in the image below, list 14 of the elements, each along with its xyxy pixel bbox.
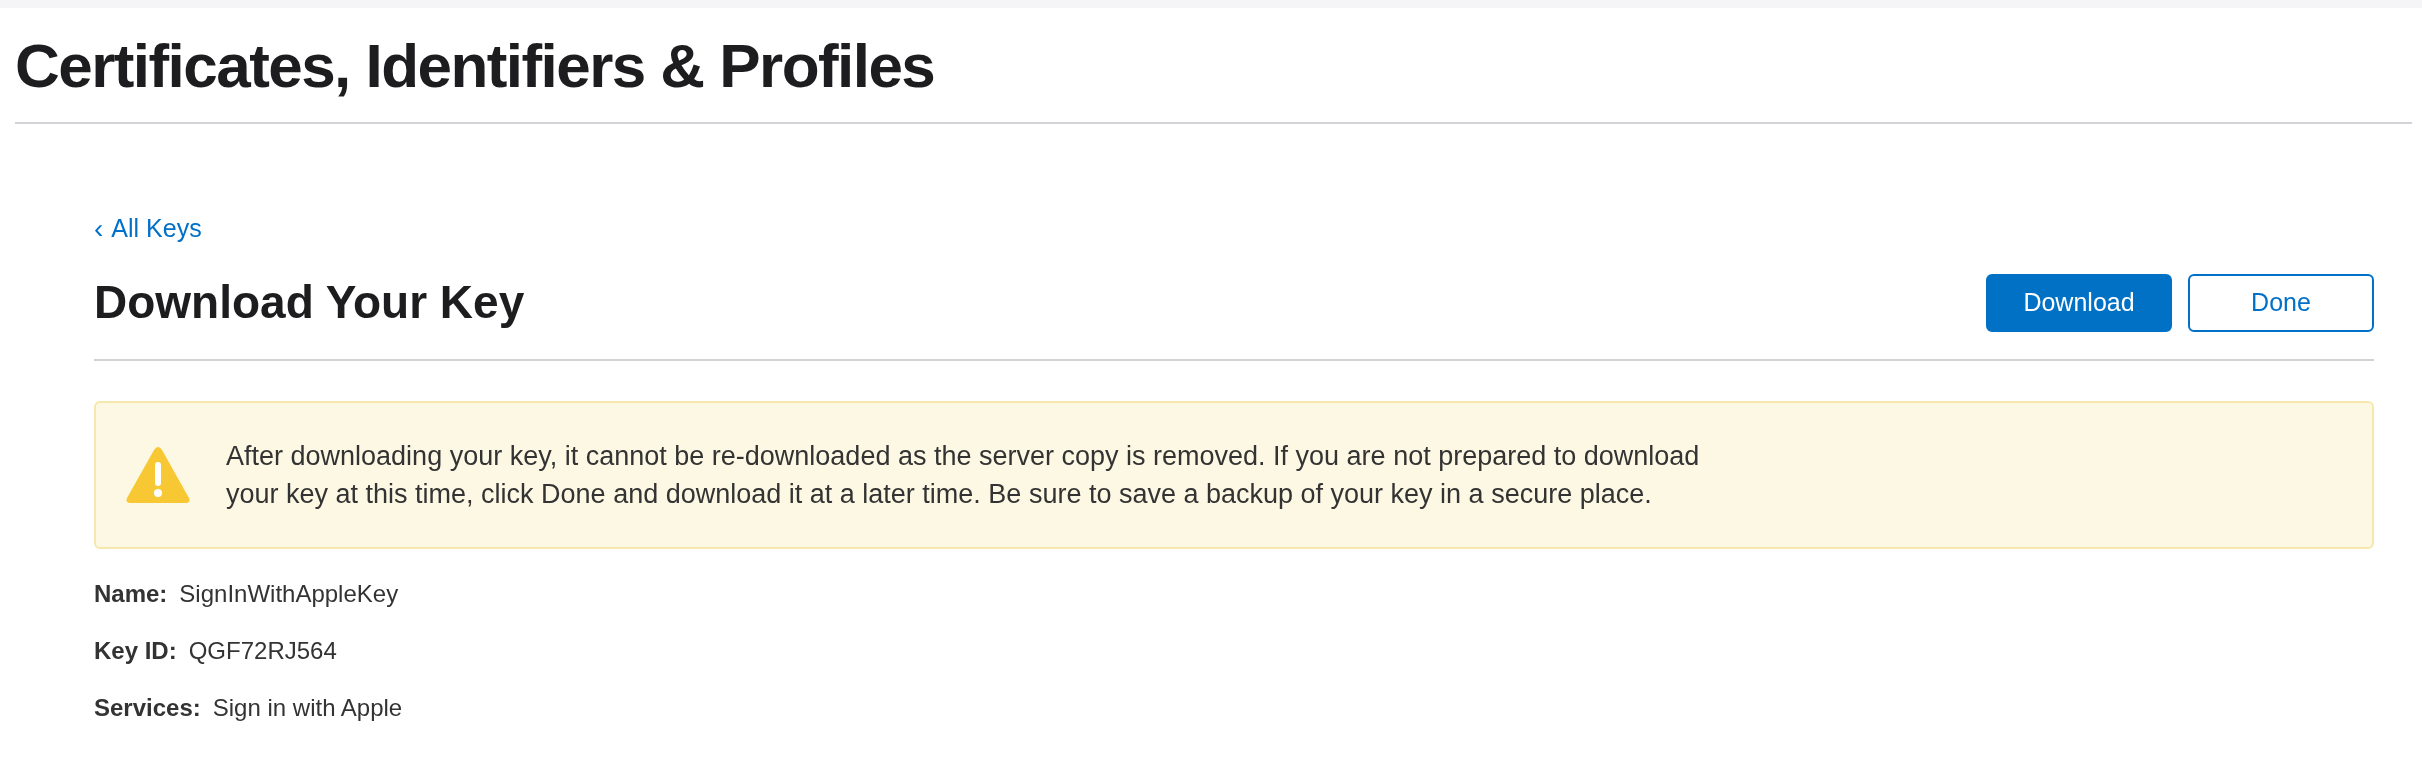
download-button[interactable]: Download bbox=[1986, 273, 2172, 332]
warning-icon bbox=[126, 446, 190, 504]
detail-value: Sign in with Apple bbox=[212, 693, 403, 723]
back-link[interactable]: ‹ All Keys bbox=[94, 208, 202, 250]
warning-text-line: your key at this time, click Done and download it at a later time. Be sure to save a backup of your key in a secure place. bbox=[226, 478, 1653, 511]
page-header-title: Certificates, Identifiers & Profiles bbox=[15, 18, 2412, 124]
detail-label: Services: bbox=[94, 693, 201, 723]
done-button[interactable]: Done bbox=[2188, 273, 2374, 332]
detail-label: Key ID: bbox=[94, 636, 177, 666]
warning-text-line: After downloading your key, it cannot be re-downloaded as the server copy is removed. If you are not prepared to download bbox=[226, 440, 1700, 473]
detail-label: Name: bbox=[94, 579, 168, 609]
detail-value: QGF72RJ564 bbox=[188, 636, 337, 666]
detail-value: SignInWithAppleKey bbox=[179, 579, 399, 609]
page-title: Download Your Key bbox=[94, 275, 525, 330]
